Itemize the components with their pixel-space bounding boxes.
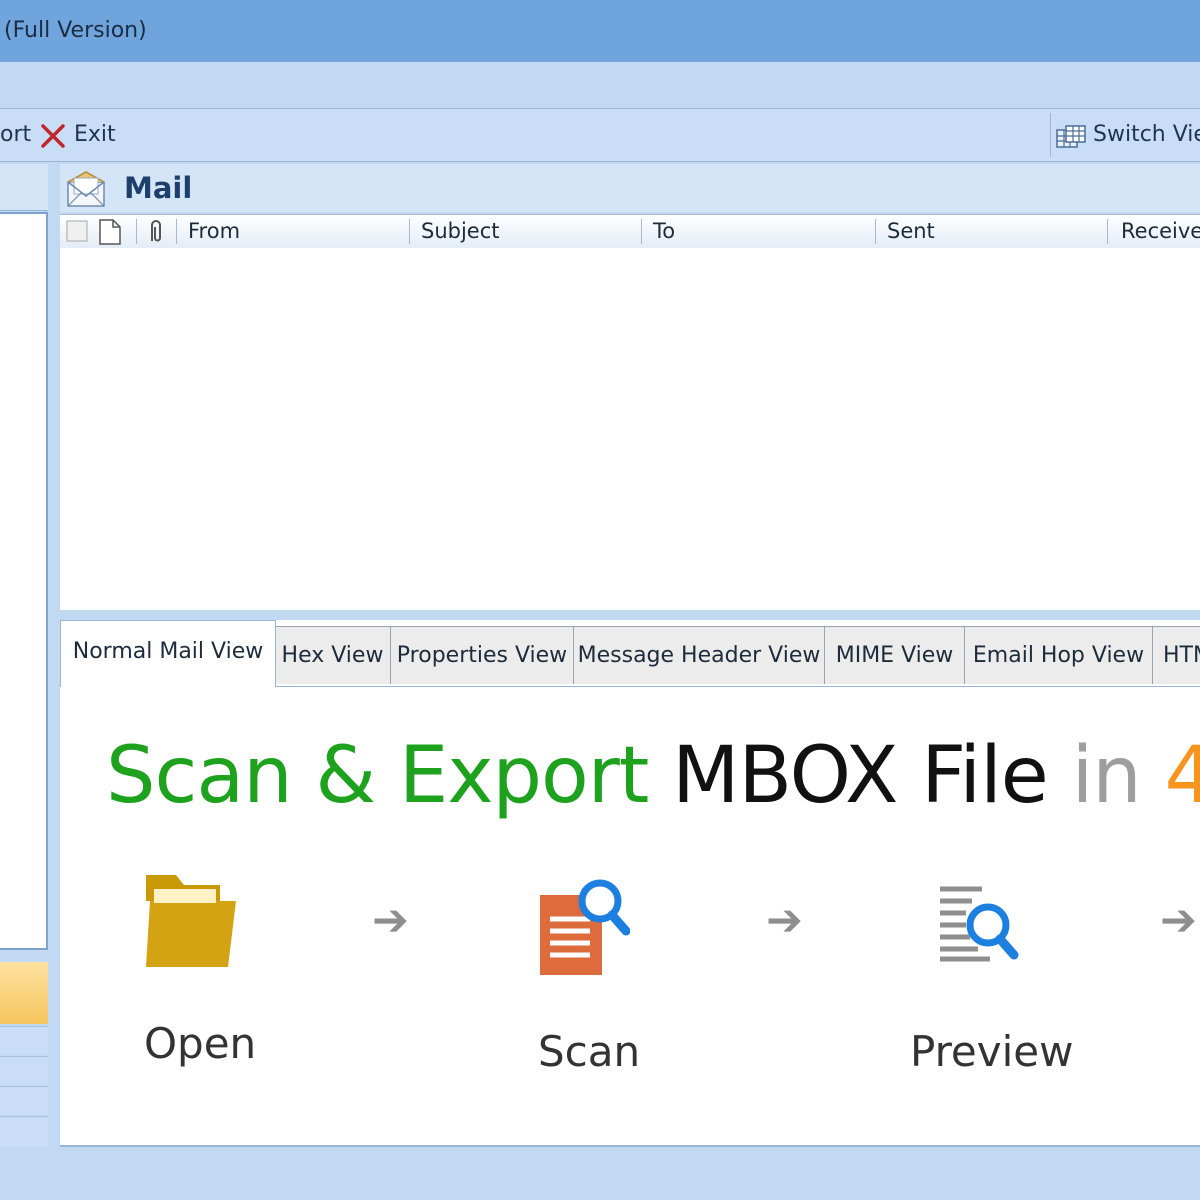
close-icon xyxy=(40,123,66,149)
document-icon xyxy=(98,219,122,245)
folder-icon xyxy=(144,871,238,971)
step-preview-label: Preview xyxy=(910,1027,1074,1076)
column-to[interactable]: To xyxy=(641,215,875,248)
column-from[interactable]: From xyxy=(176,215,408,248)
toolbar-separator xyxy=(1050,113,1051,157)
export-button-partial[interactable]: ort xyxy=(0,122,31,147)
menu-bar xyxy=(0,62,1200,108)
step-open-label: Open xyxy=(144,1019,257,1068)
tab-hex-view[interactable]: Hex View xyxy=(274,626,391,684)
arrow-right-icon: ➔ xyxy=(1160,895,1197,946)
mail-envelope-icon xyxy=(66,170,106,208)
tab-properties-view[interactable]: Properties View xyxy=(390,626,574,684)
grid-view-icon xyxy=(1056,125,1086,149)
switch-view-button[interactable]: Switch Vie xyxy=(1056,122,1200,151)
view-tabs: Normal Mail View Hex View Properties Vie… xyxy=(60,620,1200,687)
nav-button-3[interactable] xyxy=(0,1086,48,1115)
preview-icon xyxy=(938,883,1022,965)
column-subject[interactable]: Subject xyxy=(409,215,641,248)
exit-label: Exit xyxy=(74,122,116,147)
nav-button-4[interactable] xyxy=(0,1116,48,1147)
attachment-icon xyxy=(146,219,166,245)
folder-pane-header xyxy=(0,164,48,211)
banner-part-3: in xyxy=(1071,731,1142,821)
pane-splitter[interactable] xyxy=(60,611,1200,620)
arrow-right-icon: ➔ xyxy=(766,895,803,946)
window-title: (Full Version) xyxy=(4,18,147,43)
folder-tree[interactable] xyxy=(0,212,48,950)
banner-part-4: 4 E xyxy=(1164,731,1200,821)
tab-mime-view[interactable]: MIME View xyxy=(824,626,965,684)
switch-view-label: Switch Vie xyxy=(1093,122,1200,147)
step-scan-label: Scan xyxy=(538,1027,641,1076)
nav-selected-item[interactable] xyxy=(0,962,48,1024)
mail-pane-title: Mail xyxy=(124,171,193,205)
title-bar: (Full Version) xyxy=(0,0,1200,62)
banner-part-1: Scan & Export xyxy=(106,731,649,821)
toolbar: ort Exit Switch Vie xyxy=(0,108,1200,162)
scan-document-icon xyxy=(538,873,630,977)
nav-button-1[interactable] xyxy=(0,1026,48,1055)
tab-normal-mail-view[interactable]: Normal Mail View xyxy=(60,620,276,687)
mail-pane-header: Mail xyxy=(60,164,1200,212)
tab-message-header-view[interactable]: Message Header View xyxy=(573,626,825,684)
column-received[interactable]: Receive xyxy=(1109,215,1200,248)
tab-email-hop-view[interactable]: Email Hop View xyxy=(964,626,1153,684)
mail-list[interactable] xyxy=(60,248,1200,610)
nav-button-2[interactable] xyxy=(0,1056,48,1085)
mail-column-header: From Subject To Sent Receive xyxy=(60,214,1200,249)
select-all-checkbox[interactable] xyxy=(66,220,88,242)
promo-banner: Scan & Export MBOX File in 4 E xyxy=(106,731,1200,821)
status-strip xyxy=(0,1148,1200,1200)
arrow-right-icon: ➔ xyxy=(372,895,409,946)
mail-preview-pane: Scan & Export MBOX File in 4 E Open ➔ Sc… xyxy=(60,687,1200,1147)
banner-part-2: MBOX File xyxy=(672,731,1049,821)
column-sent[interactable]: Sent xyxy=(875,215,1107,248)
tab-html-view[interactable]: HTM xyxy=(1152,626,1200,684)
